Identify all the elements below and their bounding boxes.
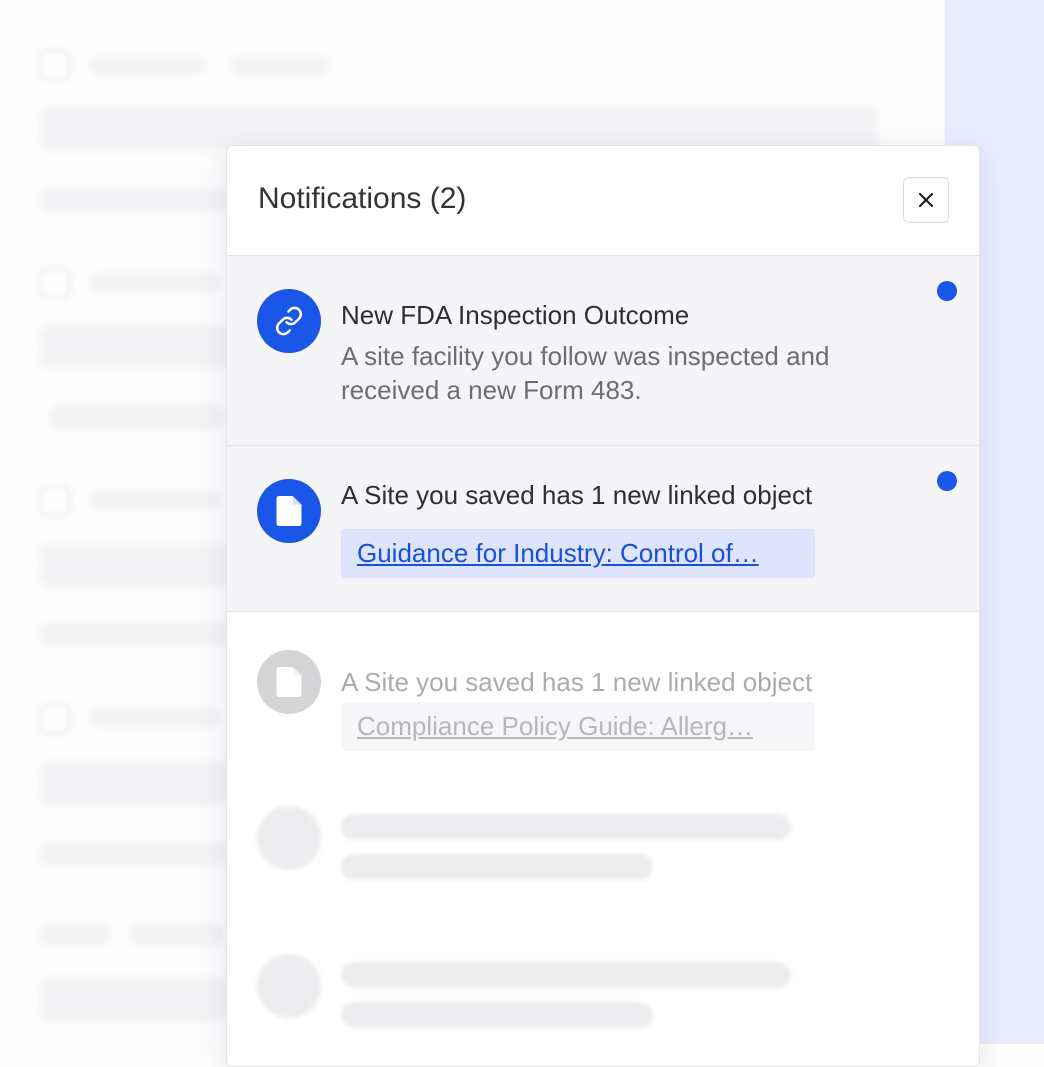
close-icon xyxy=(918,192,934,208)
checkbox xyxy=(40,704,70,734)
skeleton-line xyxy=(341,854,653,880)
notification-item[interactable]: A Site you saved has 1 new linked object… xyxy=(227,446,979,612)
skeleton-avatar xyxy=(257,954,321,1018)
notification-avatar xyxy=(257,479,321,543)
placeholder-bar xyxy=(90,55,205,75)
notification-body: A site facility you follow was inspected… xyxy=(341,341,830,405)
close-button[interactable] xyxy=(903,177,949,223)
skeleton-line xyxy=(341,1002,653,1028)
placeholder-bar xyxy=(90,490,220,510)
link-icon xyxy=(275,306,303,336)
placeholder-bar xyxy=(130,924,225,946)
placeholder-bar xyxy=(40,325,230,369)
unread-dot xyxy=(937,281,957,301)
skeleton-line xyxy=(341,814,791,840)
skeleton-line xyxy=(341,962,791,988)
divider xyxy=(40,458,225,459)
notification-avatar xyxy=(257,289,321,353)
placeholder-bar xyxy=(40,842,230,866)
unread-dot xyxy=(937,471,957,491)
notification-item[interactable]: A Site you saved has 1 new linked object… xyxy=(227,612,979,782)
notification-title: A Site you saved has 1 new linked object xyxy=(341,667,813,697)
placeholder-bar xyxy=(40,977,230,1021)
placeholder-bar xyxy=(40,188,230,212)
notification-item[interactable]: New FDA Inspection Outcome A site facili… xyxy=(227,256,979,446)
skeleton-avatar xyxy=(257,806,321,870)
notification-avatar xyxy=(257,650,321,714)
placeholder-bar xyxy=(90,272,220,292)
linked-object-link[interactable]: Guidance for Industry: Control of… xyxy=(341,529,815,578)
panel-title: Notifications (2) xyxy=(258,182,467,215)
skeleton-row xyxy=(227,782,979,930)
notifications-panel: Notifications (2) New FDA Inspection Out… xyxy=(226,145,980,1067)
placeholder-bar xyxy=(40,543,230,587)
linked-object-link[interactable]: Compliance Policy Guide: Allerg… xyxy=(341,702,815,751)
panel-header: Notifications (2) xyxy=(227,146,979,256)
checkbox xyxy=(40,268,70,298)
placeholder-bar xyxy=(40,924,110,946)
checkbox xyxy=(40,50,70,80)
divider xyxy=(65,240,225,241)
placeholder-bar xyxy=(40,622,230,646)
notification-title: New FDA Inspection Outcome xyxy=(341,300,690,330)
notification-title: A Site you saved has 1 new linked object xyxy=(341,480,813,510)
checkbox xyxy=(40,486,70,516)
document-icon xyxy=(276,667,302,697)
divider xyxy=(40,676,225,677)
placeholder-bar xyxy=(50,405,225,429)
placeholder-bar xyxy=(90,708,220,728)
skeleton-row xyxy=(227,930,979,1066)
placeholder-bar xyxy=(230,55,330,75)
divider xyxy=(40,894,225,895)
placeholder-bar xyxy=(40,761,230,805)
document-icon xyxy=(276,496,302,526)
